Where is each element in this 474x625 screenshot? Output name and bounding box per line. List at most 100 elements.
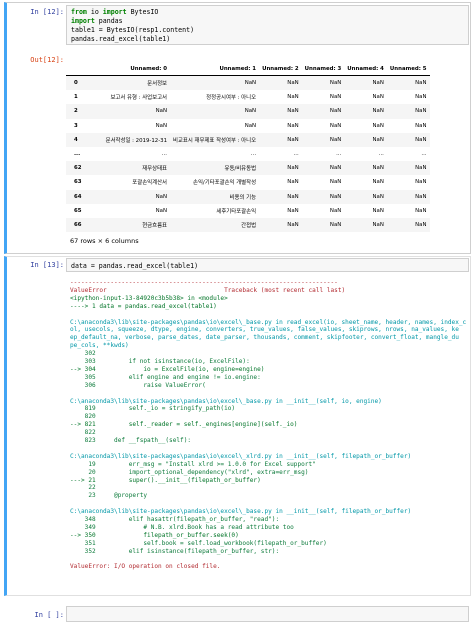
traceback-line: ol, usecols, squeeze, dtype, engine, con… [70, 326, 459, 334]
table-row: 3 NaN NaN NaN NaN NaN NaN [66, 119, 430, 133]
table-cell: NaN [372, 108, 384, 115]
table-cell: ... [293, 151, 299, 158]
traceback-line: 349 # N.B. xlrd.Book has a read attribut… [70, 523, 294, 531]
code-line: import pandas [71, 17, 123, 25]
table-cell: NaN [415, 193, 427, 200]
table-cell: NaN [372, 165, 384, 172]
traceback-line: ValueError: I/O operation on closed file… [70, 563, 221, 571]
table-cell: NaN [329, 136, 342, 143]
table-row: 1 보고서 유형 : 사업보고서 정정공시여부 : 아니오 NaN NaN NaN NaN [66, 90, 430, 104]
traceback-line: 823 def __fspath__(self): [70, 437, 192, 444]
table-cell: NaN [415, 108, 427, 115]
traceback-line: 305 elif engine and engine != io.engine: [70, 373, 261, 381]
code-line: table1 = BytesIO(resp1.content) [71, 26, 195, 34]
code-line: data = pandas.read_excel(table1) [71, 262, 199, 270]
table-row: 62 재무상태표 유동/비유동법 NaN NaN NaN NaN [66, 161, 430, 176]
table-cell: 문서정보 [147, 81, 167, 88]
table-cell: ... [336, 151, 342, 158]
traceback-line: 820 [70, 413, 96, 421]
traceback-line: --> 821 self._reader = self._engines[eng… [70, 421, 298, 429]
table-cell: 세후기타포괄손익 [216, 208, 257, 215]
table-cell: ... [421, 151, 427, 158]
table-cell: NaN [329, 193, 342, 200]
table-cell: NaN [287, 165, 299, 172]
table-cell: NaN [155, 193, 167, 200]
column-header: Unnamed: 3 [301, 63, 345, 76]
table-cell: NaN [415, 122, 427, 129]
empty-code-editor[interactable] [66, 606, 469, 622]
code-line: pandas.read_excel(table1) [71, 35, 171, 43]
table-cell: ... [161, 151, 167, 158]
column-header: Unnamed: 5 [386, 63, 430, 76]
table-row: 65 NaN 세후기타포괄손익 NaN NaN NaN NaN [66, 204, 430, 218]
traceback-line: --> 350 filepath_or_buffer.seek(0) [70, 531, 239, 539]
table-header-row: Unnamed: 0 Unnamed: 1 Unnamed: 2 Unnamed… [66, 63, 430, 76]
table-cell: 정정공시여부 : 아니오 [206, 95, 257, 102]
column-header [66, 63, 94, 76]
table-row: ..................... [66, 147, 430, 161]
traceback-line: C:\anaconda3\lib\site-packages\pandas\io… [70, 452, 412, 460]
column-header: Unnamed: 2 [259, 63, 302, 76]
traceback-line: --> 304 io = ExcelFile(io, engine=engine… [70, 365, 265, 373]
table-cell: 문서작성일 : 2019-12-31 [105, 137, 167, 144]
table-cell: NaN [415, 179, 427, 186]
cell-input-prompt: In [ ]: [34, 611, 64, 619]
table-cell: NaN [372, 193, 384, 200]
table-cell: NaN [372, 221, 384, 228]
table-cell: ... [378, 151, 384, 158]
cell-output-prompt: Out[12]: [30, 56, 64, 64]
table-cell: 비용의 기능 [229, 194, 257, 201]
traceback-line: 303 if not isinstance(io, ExcelFile): [70, 358, 250, 365]
table-row: 0 문서정보 NaN NaN NaN NaN NaN [66, 75, 430, 91]
table-cell: NaN [287, 108, 299, 115]
table-cell: NaN [372, 179, 384, 186]
traceback-line: 302 [70, 350, 96, 358]
table-row: 64 NaN 비용의 기능 NaN NaN NaN NaN [66, 189, 430, 204]
table-cell: NaN [329, 207, 342, 214]
table-row: 66 현금흐름표 간접법 NaN NaN NaN NaN [66, 217, 430, 233]
row-index: 3 [74, 122, 78, 129]
table-cell: NaN [287, 207, 299, 214]
traceback-line: 351 self.book = self.load_workbook(filep… [70, 539, 327, 547]
table-cell: NaN [155, 122, 167, 129]
traceback-line: ep_default_na, verbose, parse_dates, dat… [70, 334, 459, 342]
table-cell: NaN [244, 122, 257, 129]
cell-input-prompt: In [12]: [30, 8, 64, 16]
table-cell: NaN [415, 94, 427, 101]
code-editor[interactable]: data = pandas.read_excel(table1) [66, 258, 469, 272]
traceback-line: C:\anaconda3\lib\site-packages\pandas\io… [70, 318, 467, 326]
table-cell: ... [250, 151, 257, 158]
row-index: 66 [74, 221, 82, 228]
table-cell: NaN [415, 165, 427, 172]
traceback-line: 22 [70, 484, 96, 492]
table-cell: NaN [372, 94, 384, 101]
table-row: 4 문서작성일 : 2019-12-31 비교표시 재무제표 작성여부 : 아니오 N… [66, 132, 430, 147]
table-cell: NaN [372, 207, 384, 214]
table-cell: NaN [155, 108, 167, 115]
traceback-line: <ipython-input-13-84920c3b5b38> in <modu… [70, 294, 228, 302]
traceback-line: 352 elif isinstance(filepath_or_buffer, … [70, 547, 280, 555]
cell-input-prompt: In [13]: [30, 261, 64, 269]
table-cell: NaN [329, 165, 342, 172]
table-cell: 현금흐름표 [142, 222, 167, 229]
table-cell: 포괄손익계산서 [132, 180, 167, 187]
table-cell: NaN [287, 80, 299, 87]
table-cell: NaN [287, 122, 299, 129]
traceback-line: C:\anaconda3\lib\site-packages\pandas\io… [70, 508, 412, 516]
traceback-line: 819 self._io = stringify_path(io) [70, 405, 236, 413]
dataframe-table: Unnamed: 0 Unnamed: 1 Unnamed: 2 Unnamed… [66, 63, 430, 233]
row-index: ... [74, 151, 81, 158]
table-cell: 재무상태표 [142, 166, 167, 173]
traceback-line: ---> 21 super().__init__(filepath_or_buf… [70, 476, 261, 484]
table-cell: NaN [415, 221, 427, 228]
table-row: 2 NaN NaN NaN NaN NaN NaN [66, 104, 430, 119]
column-header: Unnamed: 0 [94, 63, 170, 76]
table-cell: NaN [372, 80, 384, 87]
table-cell: 간접법 [241, 222, 257, 229]
traceback-line: 822 [70, 429, 96, 437]
code-editor[interactable]: from io import BytesIO import pandas tab… [66, 5, 469, 45]
traceback-line: C:\anaconda3\lib\site-packages\pandas\io… [70, 397, 382, 405]
table-cell: NaN [329, 94, 342, 101]
row-index: 62 [74, 165, 82, 172]
traceback-line: ----> 1 data = pandas.read_excel(table1) [70, 302, 217, 310]
